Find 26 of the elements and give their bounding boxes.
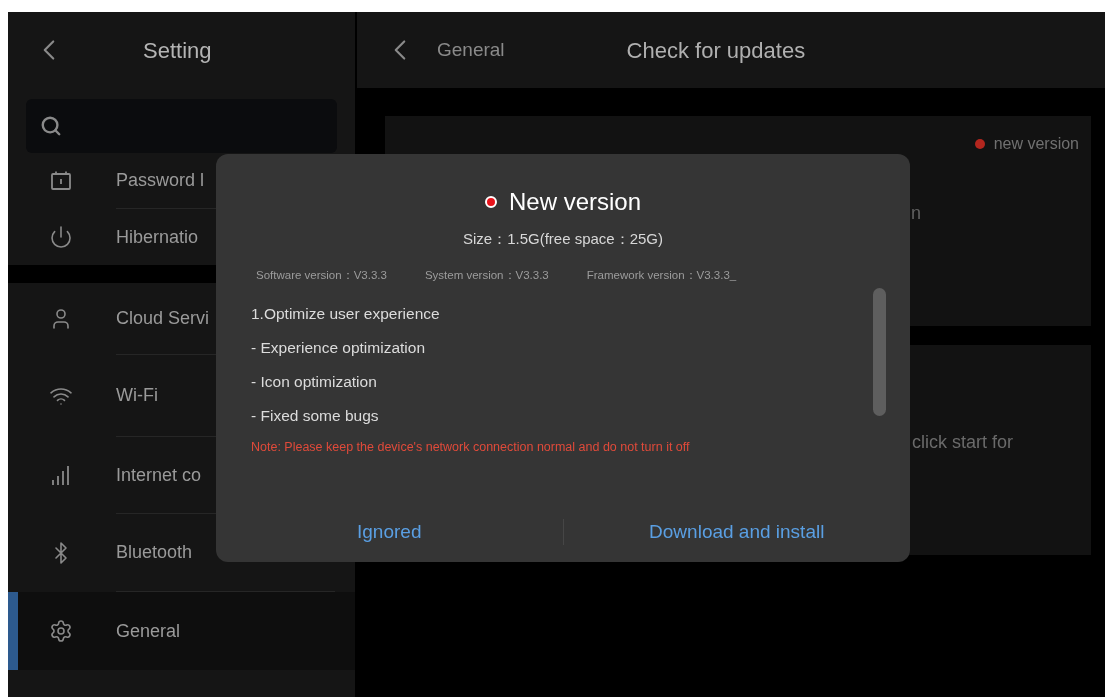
sidebar-item[interactable]: General <box>8 592 355 670</box>
page-title: Check for updates <box>626 36 806 65</box>
card-text: n <box>911 202 921 225</box>
ignore-button[interactable]: Ignored <box>216 517 563 547</box>
power-icon <box>49 225 73 249</box>
sidebar-item[interactable]: Hibernatio <box>8 209 355 265</box>
password-icon <box>50 170 72 192</box>
install-button[interactable]: Download and install <box>563 517 910 547</box>
dialog-title: New version <box>508 187 641 217</box>
back-button[interactable]: General <box>383 33 505 67</box>
status-label: new version <box>993 134 1079 154</box>
settings-icon <box>49 619 73 643</box>
version-text: Software version：V3.3.3 <box>256 267 387 283</box>
search-field[interactable] <box>26 99 337 153</box>
signal-bars-icon <box>50 464 72 487</box>
card-text: click start for <box>912 431 1013 454</box>
release-note: - Experience optimization <box>251 337 427 358</box>
release-note: - Icon optimization <box>251 371 378 392</box>
version-text: Framework version：V3.3.3_ <box>586 267 737 283</box>
release-note: 1.Optimize user experience <box>251 303 441 324</box>
size-text: Size：1.5G(free space：25G) <box>462 229 664 249</box>
version-text: System version：V3.3.3 <box>424 267 549 283</box>
warning-text: Note: Please keep the device's network connection normal and do not turn it off <box>251 438 691 456</box>
sidebar-title: Setting <box>143 36 212 65</box>
search-icon <box>40 115 62 137</box>
release-note: - Fixed some bugs <box>251 405 380 426</box>
